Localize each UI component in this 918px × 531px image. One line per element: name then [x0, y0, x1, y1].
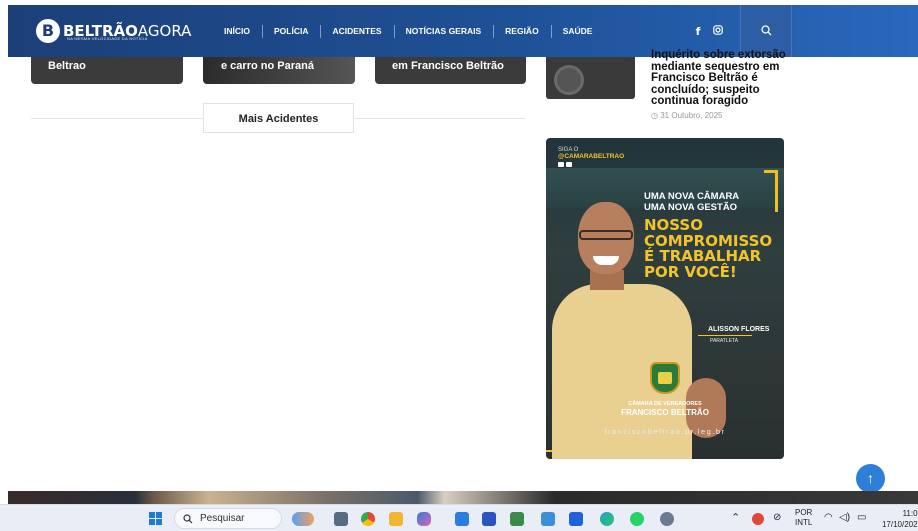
clock-icon: ◷ — [651, 111, 658, 120]
mail-icon[interactable] — [541, 512, 555, 526]
nav-item-noticias-gerais[interactable]: NOTÍCIAS GERAIS — [393, 25, 494, 38]
article-card-title: Beltrao — [48, 60, 86, 72]
taskbar-search-placeholder: Pesquisar — [200, 513, 245, 524]
sidebar-news-date-text: 31 Outubro, 2025 — [660, 111, 723, 120]
browser-page: B BELTRÃOAGORA NA MESMA VELOCIDADE DA NO… — [0, 0, 918, 531]
copilot-icon[interactable] — [417, 512, 431, 526]
sidebar-news-date: ◷ 31 Outubro, 2025 — [651, 111, 723, 120]
footer-image-strip — [8, 491, 918, 504]
more-accidents-button[interactable]: Mais Acidentes — [203, 103, 354, 133]
article-card[interactable]: e carro no Paraná — [203, 57, 355, 84]
youtube-icon — [566, 162, 572, 167]
ad-person-role: PARATLETA — [710, 338, 739, 344]
taskbar-search[interactable]: Pesquisar — [174, 508, 282, 529]
city-crest-icon — [650, 362, 680, 394]
app-b-icon[interactable] — [482, 512, 496, 526]
ad-headline-2: UMA NOVA GESTÃO — [644, 202, 738, 213]
nav-item-policia[interactable]: POLÍCIA — [261, 25, 320, 38]
ad-person-name: ALISSON FLORES — [708, 326, 770, 333]
windows-start-icon[interactable] — [149, 512, 163, 526]
ad-banner[interactable]: SIGA O @CAMARABELTRAO UMA NOVA CÂMARA UM… — [546, 138, 784, 459]
system-clock[interactable]: 11:07 17/10/2025 — [878, 508, 918, 530]
volume-icon[interactable]: ◁) — [839, 512, 850, 523]
store-icon[interactable] — [455, 512, 469, 526]
widgets-icon[interactable] — [292, 512, 314, 526]
nav-item-inicio[interactable]: INÍCIO — [212, 26, 262, 36]
nav-item-saude[interactable]: SAÚDE — [550, 25, 605, 38]
battery-icon[interactable]: ▭ — [857, 512, 866, 523]
whatsapp-icon[interactable] — [630, 512, 644, 526]
main-nav: INÍCIO POLÍCIA ACIDENTES NOTÍCIAS GERAIS… — [212, 5, 604, 57]
arrow-up-icon: ↑ — [867, 470, 874, 486]
tray-app-icon[interactable] — [752, 513, 764, 525]
ad-headline-1: UMA NOVA CÂMARA — [644, 191, 740, 202]
nav-item-regiao[interactable]: REGIÃO — [493, 25, 551, 38]
ad-chamber-line-1: CÂMARA DE VEREADORES — [628, 401, 702, 407]
instagram-icon — [558, 162, 564, 167]
tray-mute-icon[interactable]: ⊘ — [773, 512, 781, 523]
logo-tagline: NA MESMA VELOCIDADE DA NOTÍCIA — [67, 36, 148, 41]
ad-url: franciscobeltrao.pr.leg.br — [604, 427, 726, 436]
logo-b-icon: B — [36, 19, 60, 43]
nav-item-acidentes[interactable]: ACIDENTES — [320, 25, 393, 38]
settings-icon[interactable] — [660, 512, 674, 526]
site-logo[interactable]: B BELTRÃOAGORA NA MESMA VELOCIDADE DA NO… — [36, 16, 191, 46]
ad-chamber-line-2: FRANCISCO BELTRÃO — [621, 408, 709, 417]
ad-handle: @CAMARABELTRAO — [558, 153, 625, 160]
article-card[interactable]: em Francisco Beltrão — [375, 57, 526, 84]
tray-chevron-up-icon[interactable]: ⌃ — [731, 511, 740, 524]
language-indicator[interactable]: POR INTL — [795, 508, 812, 528]
search-icon — [761, 25, 772, 36]
os-taskbar: Pesquisar ⌃ ⊘ POR INTL ◠ ◁) ▭ 11:07 17/1… — [0, 504, 918, 531]
chrome-icon[interactable] — [361, 512, 375, 526]
sidebar-news-title[interactable]: Inquérito sobre extorsão mediante seques… — [651, 49, 791, 108]
dropbox-icon[interactable] — [569, 512, 583, 526]
scroll-to-top-button[interactable]: ↑ — [856, 464, 885, 493]
ad-social-icons — [558, 162, 572, 167]
file-explorer-icon[interactable] — [389, 512, 403, 526]
instagram-icon[interactable] — [708, 24, 728, 38]
ad-slogan: NOSSO COMPROMISSO É TRABALHAR POR VOCÊ! — [644, 216, 773, 281]
task-view-icon[interactable] — [334, 512, 348, 526]
sidebar-news-thumbnail[interactable] — [546, 57, 635, 99]
search-icon — [183, 514, 193, 524]
article-card-title: e carro no Paraná — [221, 60, 314, 72]
wifi-icon[interactable]: ◠ — [824, 512, 833, 523]
article-card-title: em Francisco Beltrão — [392, 60, 504, 72]
facebook-icon[interactable]: f — [688, 25, 708, 38]
calculator-icon[interactable] — [510, 512, 524, 526]
article-card[interactable]: Beltrao — [31, 57, 183, 84]
edge-icon[interactable] — [600, 512, 614, 526]
